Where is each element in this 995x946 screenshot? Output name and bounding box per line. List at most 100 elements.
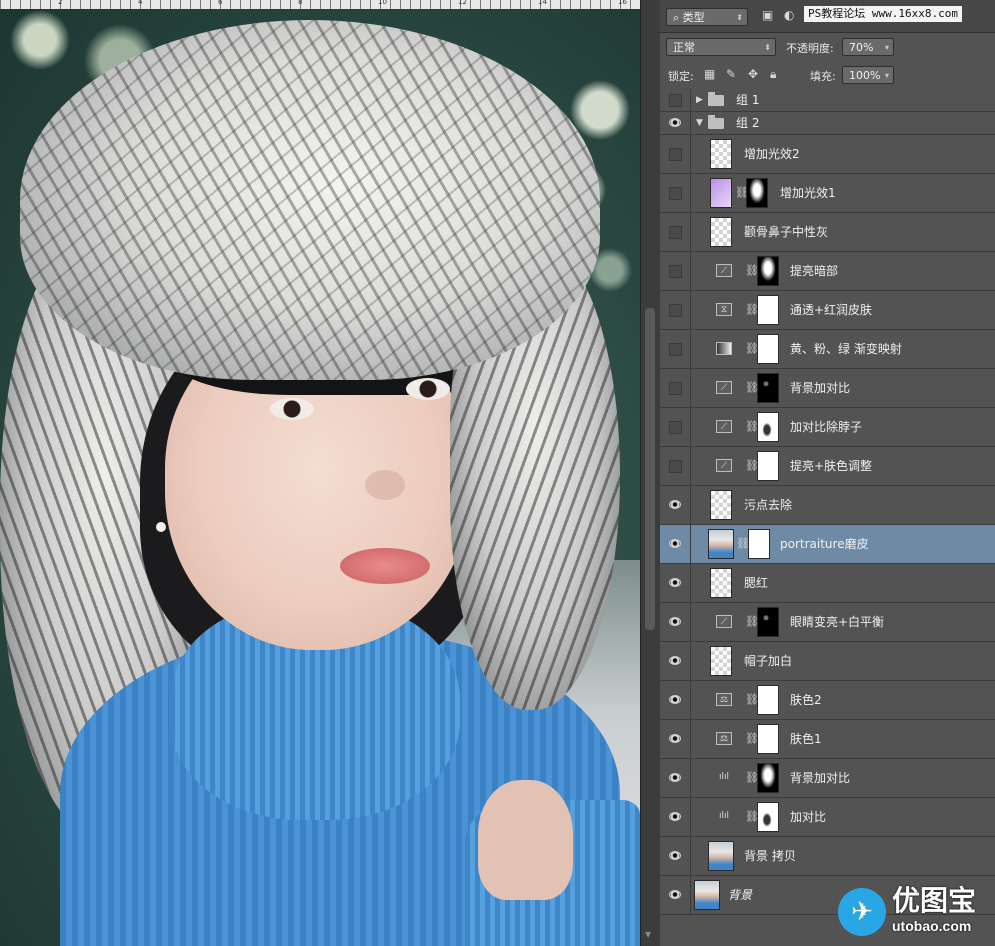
- layer-row[interactable]: 污点去除: [660, 486, 995, 525]
- eye-icon[interactable]: [669, 890, 681, 899]
- visibility-off-icon[interactable]: [669, 343, 682, 356]
- layer-mask-thumbnail[interactable]: [757, 373, 779, 403]
- layer-mask-thumbnail[interactable]: [757, 724, 779, 754]
- visibility-toggle[interactable]: [660, 525, 691, 563]
- visibility-toggle[interactable]: [660, 486, 691, 524]
- layer-row[interactable]: ⟋ ⛓ 提亮暗部: [660, 252, 995, 291]
- layer-row[interactable]: ⟋ ⛓ 提亮+肤色调整: [660, 447, 995, 486]
- lock-transparency-icon[interactable]: ▦: [704, 67, 715, 81]
- layer-row[interactable]: ⛓ 增加光效1: [660, 174, 995, 213]
- layer-row-selected[interactable]: ⛓ portraiture磨皮: [660, 525, 995, 564]
- adjustment-filter-icon[interactable]: ◐: [784, 8, 794, 22]
- visibility-toggle[interactable]: [660, 681, 691, 719]
- visibility-toggle[interactable]: [660, 213, 691, 251]
- document-canvas[interactable]: 2 4 6 8 10 12 14 16: [0, 0, 640, 946]
- layer-row-group-1[interactable]: ▶ 组 1: [660, 89, 995, 112]
- filter-type-select[interactable]: ⌕ 类型 ⬍: [666, 8, 748, 26]
- layer-list: ▶ 组 1 ▼ 组 2 增加光效2 ⛓ 增加光效1 颧骨鼻子中性灰 ⟋ ⛓ 提亮…: [660, 89, 995, 915]
- eye-icon[interactable]: [669, 812, 681, 821]
- visibility-off-icon[interactable]: [669, 226, 682, 239]
- image-filter-icon[interactable]: ▣: [762, 8, 773, 22]
- layer-mask-thumbnail[interactable]: [757, 412, 779, 442]
- blend-mode-select[interactable]: 正常 ⬍: [666, 38, 776, 56]
- scroll-down-icon[interactable]: ▼: [645, 930, 651, 939]
- curves-icon: ⟋: [716, 381, 732, 394]
- layer-row[interactable]: ⚖ ⛓ 肤色1: [660, 720, 995, 759]
- visibility-toggle[interactable]: [660, 798, 691, 836]
- eye-icon[interactable]: [669, 773, 681, 782]
- visibility-off-icon[interactable]: [669, 382, 682, 395]
- visibility-toggle[interactable]: [660, 837, 691, 875]
- visibility-toggle[interactable]: [660, 89, 691, 111]
- eye-icon[interactable]: [669, 539, 681, 548]
- layer-mask-thumbnail[interactable]: [757, 802, 779, 832]
- lock-row: 锁定: ▦ ✎ ✥ 🔒︎ 填充: 100% ▾: [660, 61, 995, 90]
- layer-row[interactable]: ılıl ⛓ 加对比: [660, 798, 995, 837]
- visibility-toggle[interactable]: [660, 876, 691, 914]
- layer-row-group-2[interactable]: ▼ 组 2: [660, 112, 995, 135]
- visibility-toggle[interactable]: [660, 720, 691, 758]
- layer-mask-thumbnail[interactable]: [757, 685, 779, 715]
- eye-icon[interactable]: [669, 578, 681, 587]
- visibility-toggle[interactable]: [660, 252, 691, 290]
- layer-mask-thumbnail[interactable]: [757, 334, 779, 364]
- logo-text: 优图宝: [892, 884, 977, 917]
- layer-mask-thumbnail[interactable]: [757, 607, 779, 637]
- eye-icon[interactable]: [669, 500, 681, 509]
- layer-row[interactable]: 背景 拷贝: [660, 837, 995, 876]
- color-balance-icon: ⚖: [716, 693, 732, 706]
- visibility-off-icon[interactable]: [669, 460, 682, 473]
- layer-row[interactable]: ⟋ ⛓ 眼睛变亮+白平衡: [660, 603, 995, 642]
- visibility-toggle[interactable]: [660, 564, 691, 602]
- visibility-toggle[interactable]: [660, 369, 691, 407]
- visibility-toggle[interactable]: [660, 174, 691, 212]
- layer-row[interactable]: 颧骨鼻子中性灰: [660, 213, 995, 252]
- layer-mask-thumbnail[interactable]: [746, 178, 768, 208]
- visibility-toggle[interactable]: [660, 330, 691, 368]
- layer-row[interactable]: ⟋ ⛓ 加对比除脖子: [660, 408, 995, 447]
- visibility-off-icon[interactable]: [669, 148, 682, 161]
- visibility-off-icon[interactable]: [669, 187, 682, 200]
- lock-all-icon[interactable]: 🔒︎: [770, 67, 776, 82]
- layer-row[interactable]: ⚖ ⛓ 肤色2: [660, 681, 995, 720]
- lock-pixels-brush-icon[interactable]: ✎: [726, 67, 736, 81]
- layer-mask-thumbnail[interactable]: [757, 295, 779, 325]
- color-balance-icon: ⚖: [716, 732, 732, 745]
- layer-row[interactable]: 增加光效2: [660, 135, 995, 174]
- layer-row[interactable]: ılıl ⛓ 背景加对比: [660, 759, 995, 798]
- visibility-toggle[interactable]: [660, 135, 691, 173]
- visibility-toggle[interactable]: [660, 759, 691, 797]
- layer-mask-thumbnail[interactable]: [757, 256, 779, 286]
- layer-row[interactable]: 腮红: [660, 564, 995, 603]
- fill-input[interactable]: 100% ▾: [842, 66, 894, 84]
- eye-icon[interactable]: [669, 617, 681, 626]
- visibility-toggle[interactable]: [660, 112, 691, 134]
- expand-triangle-icon[interactable]: ▶: [696, 89, 703, 111]
- layer-row[interactable]: 帽子加白: [660, 642, 995, 681]
- layer-mask-thumbnail[interactable]: [757, 763, 779, 793]
- scrollbar-thumb[interactable]: [645, 308, 655, 630]
- visibility-toggle[interactable]: [660, 603, 691, 641]
- visibility-toggle[interactable]: [660, 447, 691, 485]
- visibility-off-icon[interactable]: [669, 94, 682, 107]
- visibility-off-icon[interactable]: [669, 265, 682, 278]
- eye-icon[interactable]: [669, 656, 681, 665]
- layer-row[interactable]: ⧖ ⛓ 通透+红润皮肤: [660, 291, 995, 330]
- visibility-toggle[interactable]: [660, 642, 691, 680]
- visibility-off-icon[interactable]: [669, 421, 682, 434]
- visibility-off-icon[interactable]: [669, 304, 682, 317]
- eye-icon[interactable]: [669, 695, 681, 704]
- lock-position-move-icon[interactable]: ✥: [748, 67, 758, 81]
- visibility-toggle[interactable]: [660, 291, 691, 329]
- layer-mask-thumbnail[interactable]: [757, 451, 779, 481]
- layer-mask-thumbnail[interactable]: [748, 529, 770, 559]
- visibility-toggle[interactable]: [660, 408, 691, 446]
- eye-icon[interactable]: [669, 118, 681, 127]
- eye-icon[interactable]: [669, 734, 681, 743]
- layer-row[interactable]: ⟋ ⛓ 背景加对比: [660, 369, 995, 408]
- layer-row[interactable]: ⛓ 黄、粉、绿 渐变映射: [660, 330, 995, 369]
- opacity-input[interactable]: 70% ▾: [842, 38, 894, 56]
- eye-icon[interactable]: [669, 851, 681, 860]
- collapse-triangle-icon[interactable]: ▼: [696, 112, 703, 134]
- ruler-tick-label: 2: [58, 0, 63, 6]
